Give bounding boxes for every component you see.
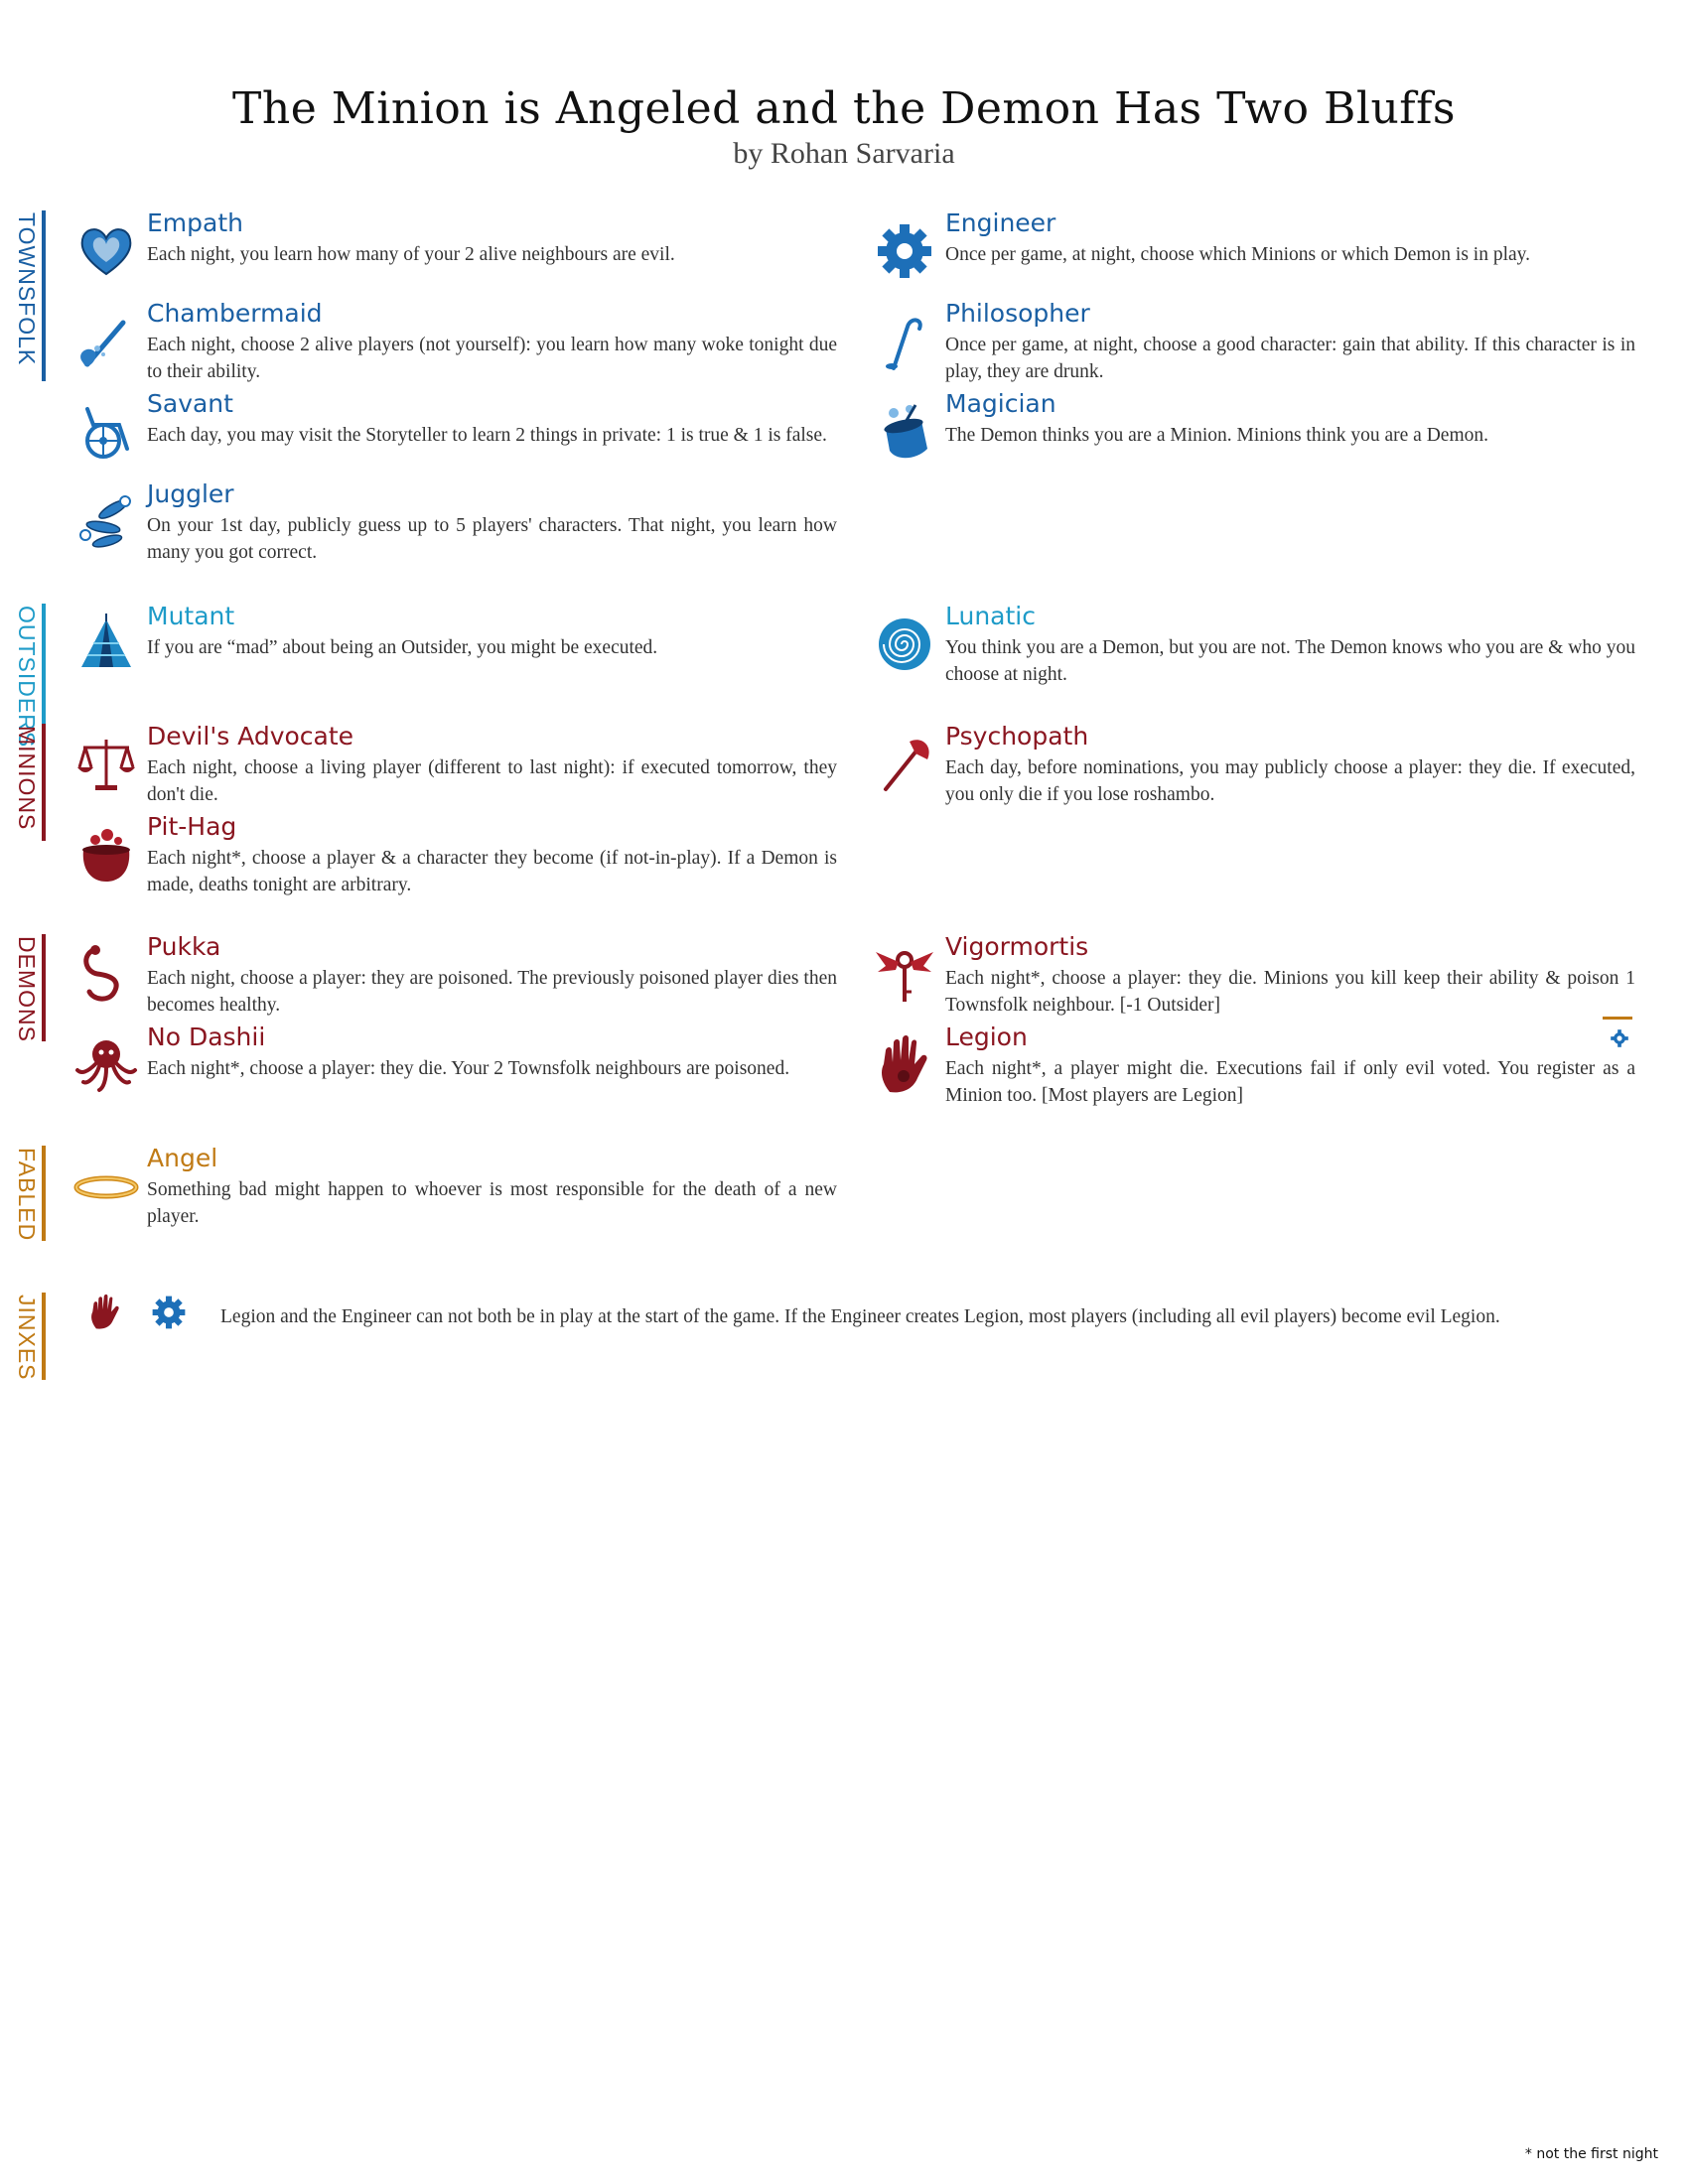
jinx-marker	[1603, 1017, 1632, 1052]
character-mutant: Mutant If you are “mad” about being an O…	[73, 602, 858, 691]
spiral-icon	[872, 612, 937, 677]
character-ability: Each night*, choose a player: they die. …	[147, 1058, 790, 1079]
axe-icon	[872, 732, 937, 797]
character-pit-hag: Pit-Hag Each night*, choose a player & a…	[73, 812, 858, 901]
character-ability: Each day, before nominations, you may pu…	[945, 757, 1635, 805]
winged-key-icon	[872, 942, 937, 1008]
feather-duster-icon	[73, 309, 139, 374]
character-name: Savant	[147, 389, 233, 418]
character-name: Angel	[147, 1144, 218, 1172]
section-bar-outsiders	[42, 604, 46, 731]
character-name: Pukka	[147, 932, 221, 961]
character-name: No Dashii	[147, 1023, 266, 1051]
character-philosopher: Philosopher Once per game, at night, cho…	[872, 299, 1656, 388]
section-label-demons: DEMONS	[14, 936, 40, 1042]
section-label-jinxes: JINXES	[14, 1295, 40, 1381]
section-fabled: FABLED Angel Something bad might happen …	[0, 1144, 1688, 1253]
character-ability: Each night, choose a living player (diff…	[147, 757, 837, 805]
gear-icon	[872, 218, 937, 284]
section-label-fabled: FABLED	[14, 1148, 40, 1242]
wheelchair-icon	[73, 399, 139, 465]
character-ability: Each night, you learn how many of your 2…	[147, 244, 675, 265]
juggling-pins-icon	[73, 489, 139, 555]
character-name: Mutant	[147, 602, 235, 630]
octopus-icon	[73, 1032, 139, 1098]
hand-icon	[872, 1032, 937, 1098]
character-lunatic: Lunatic You think you are a Demon, but y…	[872, 602, 1656, 691]
section-bar-townsfolk	[42, 210, 46, 381]
section-outsiders: OUTSIDERS Mutant If you are “mad” about …	[0, 602, 1688, 748]
character-ability: Each day, you may visit the Storyteller …	[147, 425, 827, 446]
page-header: The Minion is Angeled and the Demon Has …	[0, 81, 1688, 171]
character-vigormortis: Vigormortis Each night*, choose a player…	[872, 932, 1656, 1022]
character-juggler: Juggler On your 1st day, publicly guess …	[73, 479, 858, 569]
character-name: Psychopath	[945, 722, 1089, 751]
character-ability: Each night*, a player might die. Executi…	[945, 1058, 1635, 1106]
snake-icon	[73, 942, 139, 1008]
scales-icon	[73, 732, 139, 797]
section-label-townsfolk: TOWNSFOLK	[14, 212, 40, 366]
character-psychopath: Psychopath Each day, before nominations,…	[872, 722, 1656, 811]
cauldron-icon	[73, 822, 139, 887]
section-bar-demons	[42, 934, 46, 1041]
section-bar-minions	[42, 724, 46, 841]
character-ability: Each night, choose a player: they are po…	[147, 968, 837, 1016]
magic-hat-icon	[872, 399, 937, 465]
character-ability: Each night*, choose a player: they die. …	[945, 968, 1635, 1016]
character-ability: The Demon thinks you are a Minion. Minio…	[945, 425, 1488, 446]
gear-icon	[1611, 1029, 1628, 1047]
character-no-dashii: No Dashii Each night*, choose a player: …	[73, 1023, 858, 1112]
character-ability: Something bad might happen to whoever is…	[147, 1179, 837, 1227]
character-ability: If you are “mad” about being an Outsider…	[147, 637, 658, 658]
character-ability: You think you are a Demon, but you are n…	[945, 637, 1635, 685]
character-savant: Savant Each day, you may visit the Story…	[73, 389, 858, 478]
section-townsfolk: TOWNSFOLK Empath Each night, you learn h…	[0, 208, 1688, 576]
section-label-minions: MINIONS	[14, 726, 40, 831]
character-ability: Each night*, choose a player & a charact…	[147, 848, 837, 895]
hand-icon	[85, 1293, 125, 1332]
character-name: Juggler	[147, 479, 234, 508]
character-name: Engineer	[945, 208, 1056, 237]
halo-icon	[73, 1154, 139, 1219]
character-name: Pit-Hag	[147, 812, 237, 841]
jinx-marker-line	[1603, 1017, 1632, 1020]
character-name: Empath	[147, 208, 243, 237]
section-bar-fabled	[42, 1146, 46, 1241]
script-author: by Rohan Sarvaria	[733, 137, 955, 170]
jinx-text: Legion and the Engineer can not both be …	[220, 1306, 1500, 1327]
character-name: Philosopher	[945, 299, 1090, 328]
character-ability: Once per game, at night, choose which Mi…	[945, 244, 1531, 265]
tent-icon	[73, 612, 139, 677]
character-engineer: Engineer Once per game, at night, choose…	[872, 208, 1656, 298]
section-minions: MINIONS Devil's Advocate Each night, cho…	[0, 722, 1688, 910]
character-devils-advocate: Devil's Advocate Each night, choose a li…	[73, 722, 858, 811]
section-demons: DEMONS Pukka Each night, choose a player…	[0, 932, 1688, 1121]
footnote: * not the first night	[1524, 2146, 1658, 2162]
cane-icon	[872, 309, 937, 374]
character-empath: Empath Each night, you learn how many of…	[73, 208, 858, 298]
character-ability: Each night, choose 2 alive players (not …	[147, 335, 837, 382]
character-name: Chambermaid	[147, 299, 323, 328]
character-ability: Once per game, at night, choose a good c…	[945, 335, 1635, 382]
character-pukka: Pukka Each night, choose a player: they …	[73, 932, 858, 1022]
heart-icon	[73, 218, 139, 284]
gear-icon	[149, 1293, 189, 1332]
character-magician: Magician The Demon thinks you are a Mini…	[872, 389, 1656, 478]
character-name: Legion	[945, 1023, 1028, 1051]
character-chambermaid: Chambermaid Each night, choose 2 alive p…	[73, 299, 858, 388]
section-bar-jinxes	[42, 1293, 46, 1380]
character-angel: Angel Something bad might happen to whoe…	[73, 1144, 858, 1233]
character-legion: Legion Each night*, a player might die. …	[872, 1023, 1656, 1112]
character-name: Lunatic	[945, 602, 1036, 630]
script-title: The Minion is Angeled and the Demon Has …	[232, 83, 1456, 134]
character-ability: On your 1st day, publicly guess up to 5 …	[147, 515, 837, 563]
character-name: Vigormortis	[945, 932, 1089, 961]
character-name: Devil's Advocate	[147, 722, 354, 751]
character-name: Magician	[945, 389, 1056, 418]
